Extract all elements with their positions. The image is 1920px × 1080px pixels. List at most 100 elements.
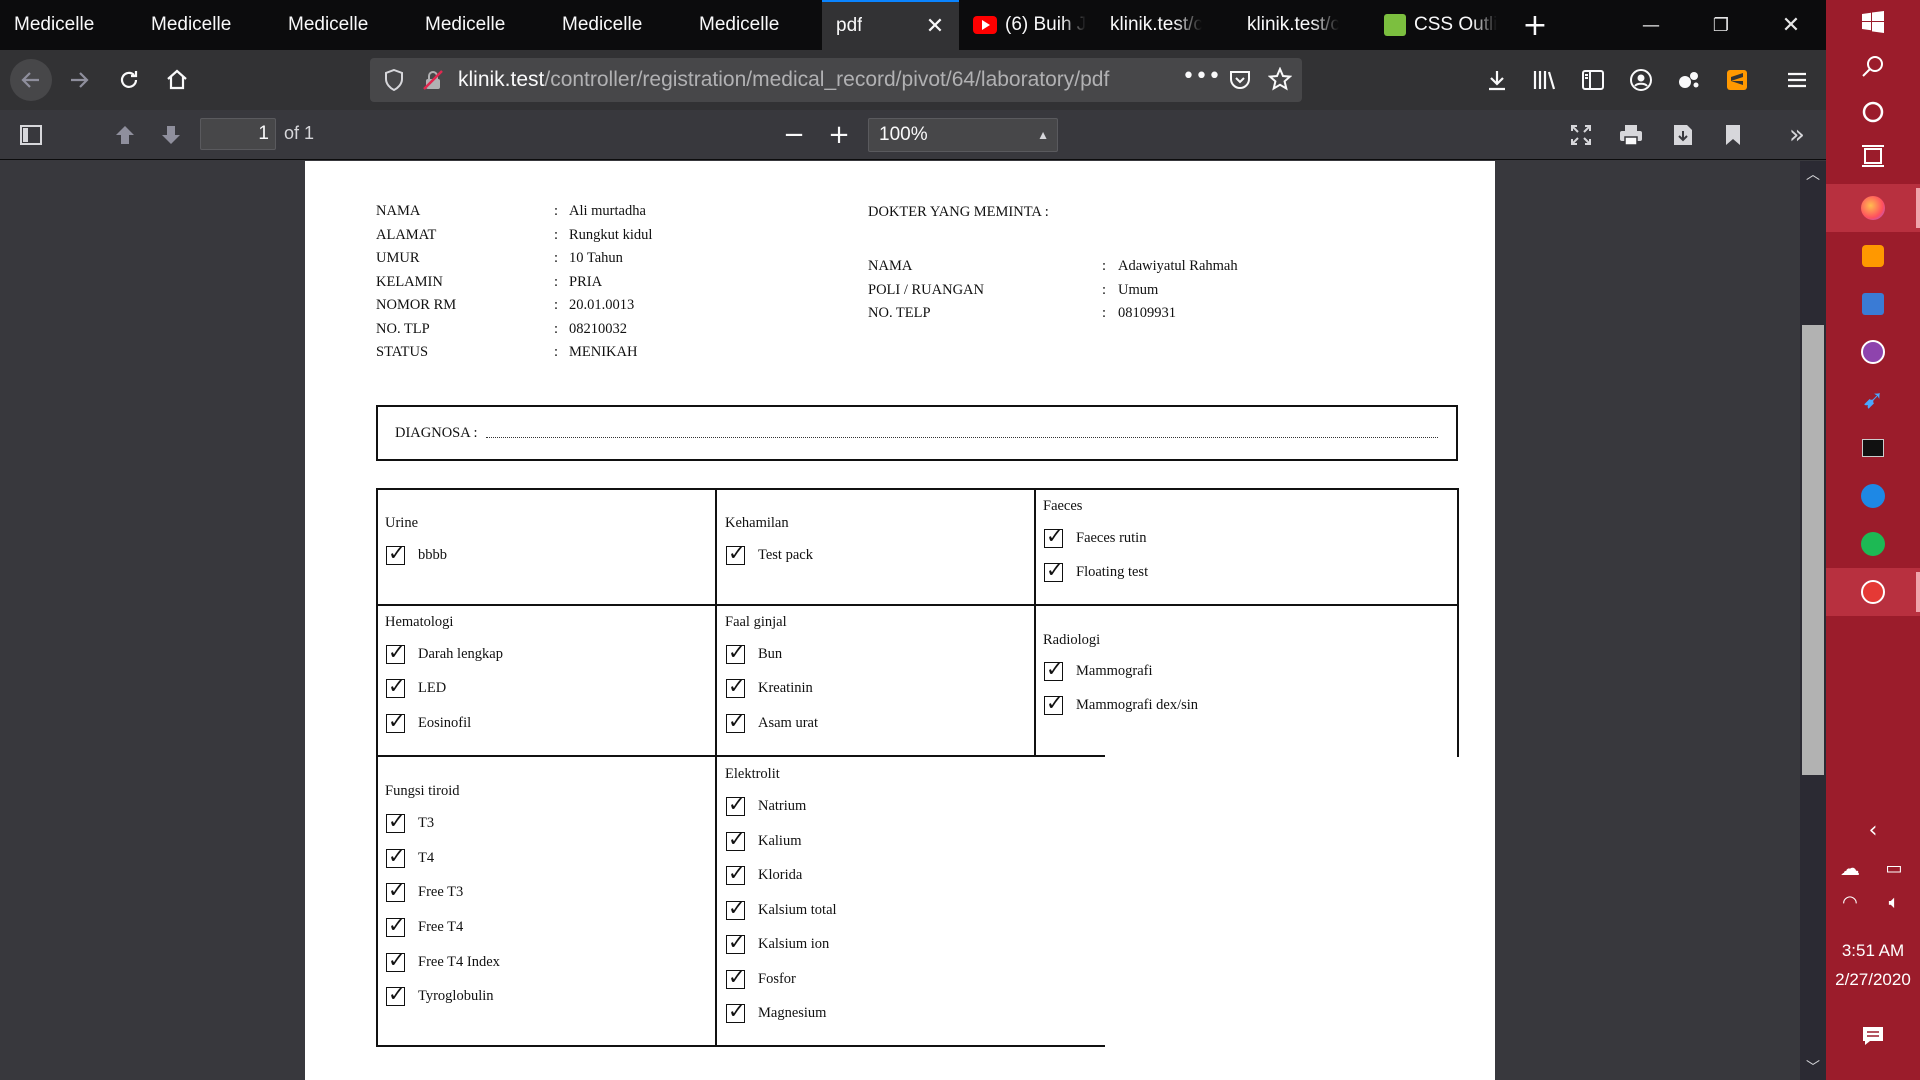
account-button[interactable] <box>1622 61 1660 99</box>
url-text[interactable]: klinik.test/controller/registration/medi… <box>458 68 1109 92</box>
menu-button[interactable] <box>1778 61 1816 99</box>
tab-medicelle-4[interactable]: Medicelle <box>411 0 548 50</box>
sidebar-button[interactable] <box>1574 61 1612 99</box>
volume-icon[interactable]: 🔈︎ <box>1874 880 1914 924</box>
taskbar-app-spotify[interactable] <box>1849 522 1897 566</box>
downloads-button[interactable] <box>1478 61 1516 99</box>
home-button[interactable] <box>158 61 196 99</box>
checked-checkbox-icon[interactable] <box>1044 523 1064 549</box>
windows-start-button[interactable] <box>1849 0 1897 44</box>
checked-checkbox-icon[interactable] <box>386 673 406 699</box>
checked-checkbox-icon[interactable] <box>726 708 746 734</box>
library-button[interactable] <box>1526 61 1564 99</box>
scrollbar-thumb[interactable] <box>1802 325 1824 775</box>
checked-checkbox-icon[interactable] <box>1044 656 1064 682</box>
checked-checkbox-icon[interactable] <box>1044 690 1064 716</box>
checked-checkbox-icon[interactable] <box>726 540 746 566</box>
tab-medicelle-5[interactable]: Medicelle <box>548 0 685 50</box>
checked-checkbox-icon[interactable] <box>386 912 406 938</box>
tab-youtube[interactable]: (6) Buih J <box>959 0 1096 50</box>
scroll-down-icon[interactable]: ﹀ <box>1800 1056 1826 1080</box>
checked-checkbox-icon[interactable] <box>726 826 746 852</box>
insecure-lock-icon[interactable] <box>422 69 444 95</box>
checkbox-item[interactable]: Free T4 Index <box>386 947 500 974</box>
forward-button[interactable] <box>60 61 98 99</box>
checkbox-item[interactable]: Mammografi dex/sin <box>1044 690 1198 717</box>
bookmark-view-button[interactable] <box>1716 118 1750 152</box>
back-button[interactable] <box>10 59 52 101</box>
tab-medicelle-1[interactable]: Medicelle <box>0 0 137 50</box>
address-bar[interactable]: klinik.test/controller/registration/medi… <box>370 58 1302 102</box>
checkbox-item[interactable]: Kalsium total <box>726 895 837 922</box>
scroll-up-icon[interactable]: ︿ <box>1800 163 1826 187</box>
wifi-icon[interactable]: ◠ <box>1830 880 1870 924</box>
checked-checkbox-icon[interactable] <box>386 947 406 973</box>
checkbox-item[interactable]: Floating test <box>1044 557 1148 584</box>
checkbox-item[interactable]: Natrium <box>726 791 806 818</box>
checkbox-item[interactable]: Kalsium ion <box>726 929 829 956</box>
next-page-button[interactable] <box>154 118 188 152</box>
tab-klinik-2[interactable]: klinik.test/co <box>1233 0 1370 50</box>
search-button[interactable] <box>1849 44 1897 88</box>
checkbox-item[interactable]: Faeces rutin <box>1044 523 1146 550</box>
checked-checkbox-icon[interactable] <box>1044 557 1064 583</box>
checkbox-item[interactable]: T3 <box>386 808 434 835</box>
action-center-button[interactable] <box>1849 1014 1897 1058</box>
checkbox-item[interactable]: Klorida <box>726 860 802 887</box>
taskbar-app-dolphin[interactable]: ➹ <box>1849 378 1897 422</box>
close-window-button[interactable]: ✕ <box>1756 0 1826 50</box>
checkbox-item[interactable]: Kalium <box>726 826 802 853</box>
reload-button[interactable] <box>110 61 148 99</box>
zoom-in-button[interactable]: + <box>822 118 856 152</box>
page-number-input[interactable]: 1 <box>200 118 276 150</box>
close-tab-icon[interactable]: ✕ <box>923 14 947 38</box>
new-tab-button[interactable]: + <box>1507 0 1563 50</box>
checked-checkbox-icon[interactable] <box>386 808 406 834</box>
checkbox-item[interactable]: Bun <box>726 639 782 666</box>
checked-checkbox-icon[interactable] <box>726 791 746 817</box>
checkbox-item[interactable]: Darah lengkap <box>386 639 503 666</box>
checkbox-item[interactable]: Magnesium <box>726 998 826 1025</box>
checked-checkbox-icon[interactable] <box>726 673 746 699</box>
page-actions-icon[interactable]: ••• <box>1182 64 1221 89</box>
checkbox-item[interactable]: Kreatinin <box>726 673 813 700</box>
restore-button[interactable]: ❐ <box>1686 0 1756 50</box>
checked-checkbox-icon[interactable] <box>386 981 406 1007</box>
checked-checkbox-icon[interactable] <box>386 877 406 903</box>
extension-button[interactable] <box>1670 61 1708 99</box>
taskbar-app-tableplus[interactable] <box>1849 474 1897 518</box>
taskbar-app-terminal[interactable] <box>1849 426 1897 470</box>
checkbox-item[interactable]: LED <box>386 673 446 700</box>
checkbox-item[interactable]: Test pack <box>726 540 813 567</box>
save-pdf-button[interactable] <box>1666 118 1700 152</box>
clock-date[interactable]: 2/27/2020 <box>1826 970 1920 990</box>
tab-pdf[interactable]: pdf ✕ <box>822 0 959 50</box>
checked-checkbox-icon[interactable] <box>386 708 406 734</box>
zoom-select[interactable]: 100% ▲▼ <box>868 118 1058 174</box>
checkbox-item[interactable]: T4 <box>386 843 434 870</box>
pocket-icon[interactable] <box>1228 68 1252 96</box>
taskbar-app-network[interactable] <box>1849 282 1897 326</box>
zoom-out-button[interactable]: − <box>777 118 811 152</box>
checked-checkbox-icon[interactable] <box>386 843 406 869</box>
taskbar-app-sublime[interactable] <box>1849 234 1897 278</box>
print-button[interactable] <box>1614 118 1648 152</box>
checkbox-item[interactable]: Fosfor <box>726 964 796 991</box>
checkbox-item[interactable]: Tyroglobulin <box>386 981 494 1008</box>
tab-css-outline[interactable]: CSS Outli <box>1370 0 1507 50</box>
cortana-button[interactable] <box>1849 90 1897 134</box>
taskbar-app-purple[interactable] <box>1849 330 1897 374</box>
checkbox-item[interactable]: Eosinofil <box>386 708 471 735</box>
previous-page-button[interactable] <box>108 118 142 152</box>
checked-checkbox-icon[interactable] <box>726 929 746 955</box>
checkbox-item[interactable]: Free T3 <box>386 877 463 904</box>
clock-time[interactable]: 3:51 AM <box>1826 941 1920 961</box>
tools-button[interactable]: » <box>1780 118 1814 152</box>
tab-klinik-1[interactable]: klinik.test/co <box>1096 0 1233 50</box>
checkbox-item[interactable]: Free T4 <box>386 912 463 939</box>
tab-medicelle-2[interactable]: Medicelle <box>137 0 274 50</box>
presentation-mode-button[interactable] <box>1564 118 1598 152</box>
checked-checkbox-icon[interactable] <box>726 964 746 990</box>
checkbox-item[interactable]: bbbb <box>386 540 447 567</box>
tab-medicelle-6[interactable]: Medicelle <box>685 0 822 50</box>
